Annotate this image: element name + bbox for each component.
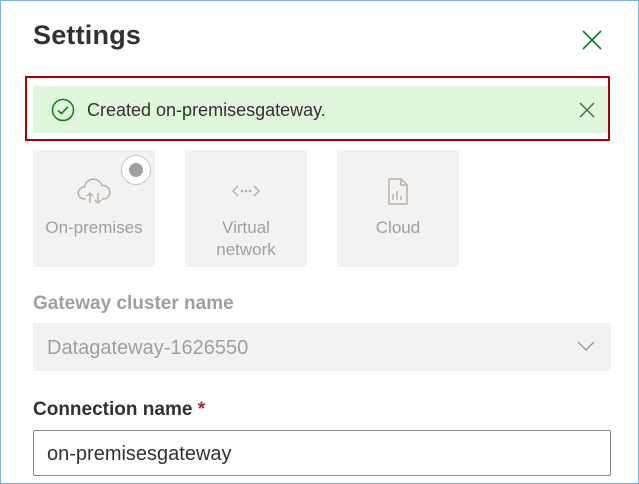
notification-dismiss-icon[interactable] [578,101,596,119]
cloud-file-icon [381,176,415,206]
tile-label: On-premises [45,218,143,237]
cloud-upload-icon [77,176,111,206]
panel-title: Settings [33,20,142,50]
radio-dot [129,163,143,177]
gateway-cluster-label: Gateway cluster name [33,293,234,314]
gateway-type-cloud[interactable]: Cloud [337,150,459,267]
connection-name-label: Connection name * [33,399,206,420]
gateway-cluster-dropdown[interactable]: Datagateway-1626550 [33,323,611,371]
close-icon[interactable] [580,28,604,52]
selected-radio[interactable] [121,155,151,185]
notification-message: Created on-premisesgateway. [87,100,326,120]
gateway-type-virtual-network[interactable]: Virtual network [185,150,307,267]
gateway-cluster-value: Datagateway-1626550 [47,337,249,359]
tile-label: Virtual network [216,218,276,259]
connection-name-input[interactable]: on-premisesgateway [33,430,611,476]
tile-label: Cloud [375,218,421,237]
required-marker: * [197,399,206,420]
virtual-network-icon [229,176,263,206]
chevron-down-icon [577,339,595,353]
connection-name-value: on-premisesgateway [47,443,232,465]
check-circle-icon [51,98,75,122]
